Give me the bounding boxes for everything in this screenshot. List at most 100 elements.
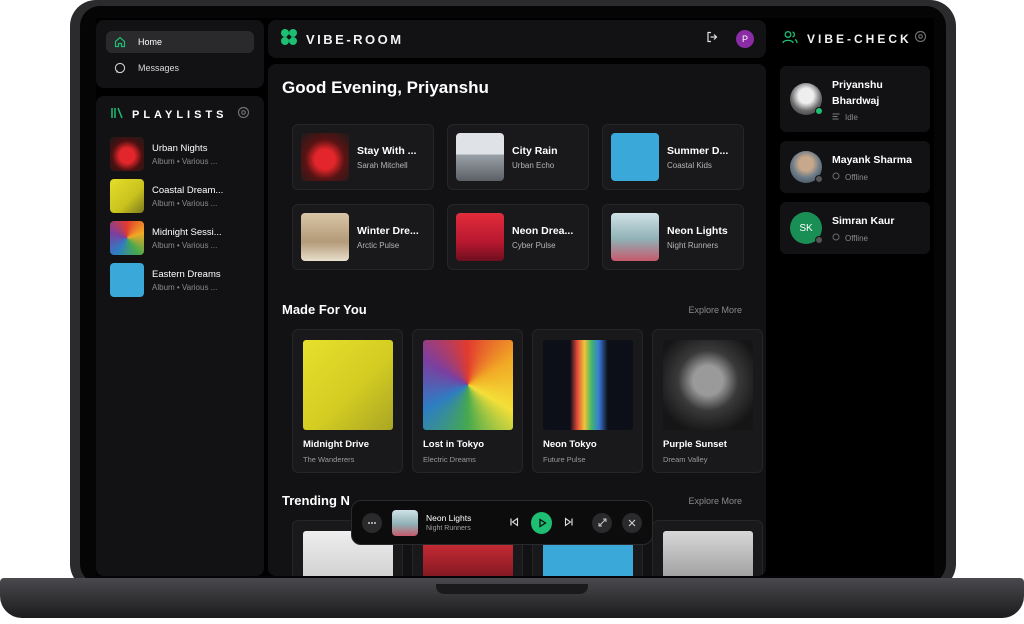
status-dot <box>815 236 823 244</box>
album-card[interactable] <box>652 520 763 576</box>
album-cover <box>663 531 753 576</box>
users-icon <box>782 30 798 49</box>
friend-status-text: Idle <box>845 112 858 122</box>
track-artist: Urban Echo <box>512 160 555 170</box>
friend-status: Idle <box>832 113 883 122</box>
track-title: City Rain <box>512 144 558 157</box>
quick-picks-grid: Stay With ... Sarah Mitchell City Rain Urb… <box>292 124 752 270</box>
friend-item[interactable]: Mayank Sharma Offline <box>780 141 930 193</box>
greeting-title: Good Evening, Priyanshu <box>282 78 489 97</box>
album-card[interactable]: Midnight Drive The Wanderers <box>292 329 403 473</box>
vibe-check-title: VIBE-CHECK <box>807 32 912 46</box>
playlist-meta: Album • Various ... <box>152 156 218 166</box>
playlist-item[interactable]: Midnight Sessi... Album • Various ... <box>110 220 250 256</box>
quick-pick-card[interactable]: Winter Dre... Arctic Pulse <box>292 204 434 270</box>
previous-track-icon[interactable] <box>509 514 519 532</box>
track-artist: Sarah Mitchell <box>357 160 408 170</box>
vibe-check-header: VIBE-CHECK <box>772 20 934 58</box>
avatar <box>790 151 823 183</box>
album-title: Midnight Drive <box>303 439 369 450</box>
settings-icon[interactable] <box>237 106 250 124</box>
playlist-name: Coastal Dream... <box>152 184 224 196</box>
nav-card: Home Messages <box>96 20 264 88</box>
playlist-cover <box>110 263 144 297</box>
play-button[interactable] <box>531 511 552 534</box>
playlist-meta: Album • Various ... <box>152 282 218 292</box>
friend-item[interactable]: SK Simran Kaur Offline <box>780 202 930 254</box>
quick-pick-card[interactable]: Stay With ... Sarah Mitchell <box>292 124 434 190</box>
nav-item-home[interactable]: Home <box>106 31 254 53</box>
nav-label-messages: Messages <box>138 63 180 73</box>
playlist-item[interactable]: Coastal Dream... Album • Various ... <box>110 178 250 214</box>
album-artist: Dream Valley <box>663 455 708 464</box>
explore-more-link[interactable]: Explore More <box>688 305 742 315</box>
album-title: Lost in Tokyo <box>423 439 485 450</box>
friend-name-line2: Bhardwaj <box>832 94 880 107</box>
friend-name: Mayank Sharma <box>832 154 912 166</box>
made-for-you-row: Midnight Drive The Wanderers Lost in Tok… <box>292 329 763 473</box>
quick-pick-card[interactable]: Neon Lights Night Runners <box>602 204 744 270</box>
friends-list: Priyanshu Bhardwaj Idle Mayank Sharma Of… <box>780 66 930 263</box>
track-artist: Arctic Pulse <box>357 240 400 250</box>
playlist-cover <box>110 179 144 213</box>
quick-pick-card[interactable]: City Rain Urban Echo <box>447 124 589 190</box>
track-artist: Night Runners <box>667 240 719 250</box>
album-card[interactable]: Neon Tokyo Future Pulse <box>532 329 643 473</box>
playlist-name: Urban Nights <box>152 142 208 154</box>
playlist-meta: Album • Various ... <box>152 240 218 250</box>
album-artist: Future Pulse <box>543 455 586 464</box>
friend-status: Offline <box>832 172 912 182</box>
app-screen: Home Messages PLAYLISTS Urban Nights Albu… <box>96 18 934 576</box>
now-playing-cover <box>392 509 418 536</box>
friend-item[interactable]: Priyanshu Bhardwaj Idle <box>780 66 930 132</box>
track-title: Summer D... <box>667 144 729 157</box>
playlist-name: Midnight Sessi... <box>152 226 222 238</box>
track-title: Winter Dre... <box>357 224 419 237</box>
brand-name: VIBE-ROOM <box>306 31 404 47</box>
section-title: Trending N <box>282 493 350 508</box>
expand-button[interactable] <box>592 512 612 533</box>
album-title: Neon Tokyo <box>543 439 597 450</box>
track-cover <box>611 133 659 181</box>
settings-icon[interactable] <box>914 30 927 48</box>
quick-pick-card[interactable]: Neon Drea... Cyber Pulse <box>447 204 589 270</box>
quick-pick-card[interactable]: Summer D... Coastal Kids <box>602 124 744 190</box>
album-card[interactable]: Purple Sunset Dream Valley <box>652 329 763 473</box>
track-cover <box>456 213 504 261</box>
top-bar: VIBE-ROOM P <box>268 20 766 58</box>
album-cover <box>543 340 633 430</box>
laptop-notch <box>436 584 588 594</box>
track-artist: Cyber Pulse <box>512 240 556 250</box>
playlist-item[interactable]: Eastern Dreams Album • Various ... <box>110 262 250 298</box>
playlist-meta: Album • Various ... <box>152 198 218 208</box>
playlists-title: PLAYLISTS <box>132 109 228 121</box>
playlist-cover <box>110 221 144 255</box>
album-cover <box>663 340 753 430</box>
brand-logo-icon <box>280 28 298 51</box>
next-track-icon[interactable] <box>564 514 574 532</box>
queue-button[interactable] <box>362 512 382 533</box>
section-title: Made For You <box>282 302 367 317</box>
avatar <box>790 83 823 115</box>
track-title: Neon Drea... <box>512 224 574 237</box>
friend-status-text: Offline <box>845 172 868 182</box>
track-title: Stay With ... <box>357 144 417 157</box>
avatar-initials: SK <box>799 222 813 234</box>
made-for-you-header: Made For You Explore More <box>282 302 752 317</box>
nav-item-messages[interactable]: Messages <box>106 57 254 79</box>
album-title: Purple Sunset <box>663 439 727 450</box>
logout-icon[interactable] <box>706 30 718 48</box>
track-cover <box>456 133 504 181</box>
playlist-item[interactable]: Urban Nights Album • Various ... <box>110 136 250 172</box>
home-icon <box>114 36 126 48</box>
friend-status-text: Offline <box>845 233 868 243</box>
playlist-cover <box>110 137 144 171</box>
track-cover <box>301 133 349 181</box>
close-button[interactable] <box>622 512 642 533</box>
user-avatar[interactable]: P <box>736 30 754 48</box>
album-cover <box>303 340 393 430</box>
idle-icon <box>832 113 840 122</box>
album-card[interactable]: Lost in Tokyo Electric Dreams <box>412 329 523 473</box>
explore-more-link[interactable]: Explore More <box>688 496 742 506</box>
status-dot <box>815 175 823 183</box>
